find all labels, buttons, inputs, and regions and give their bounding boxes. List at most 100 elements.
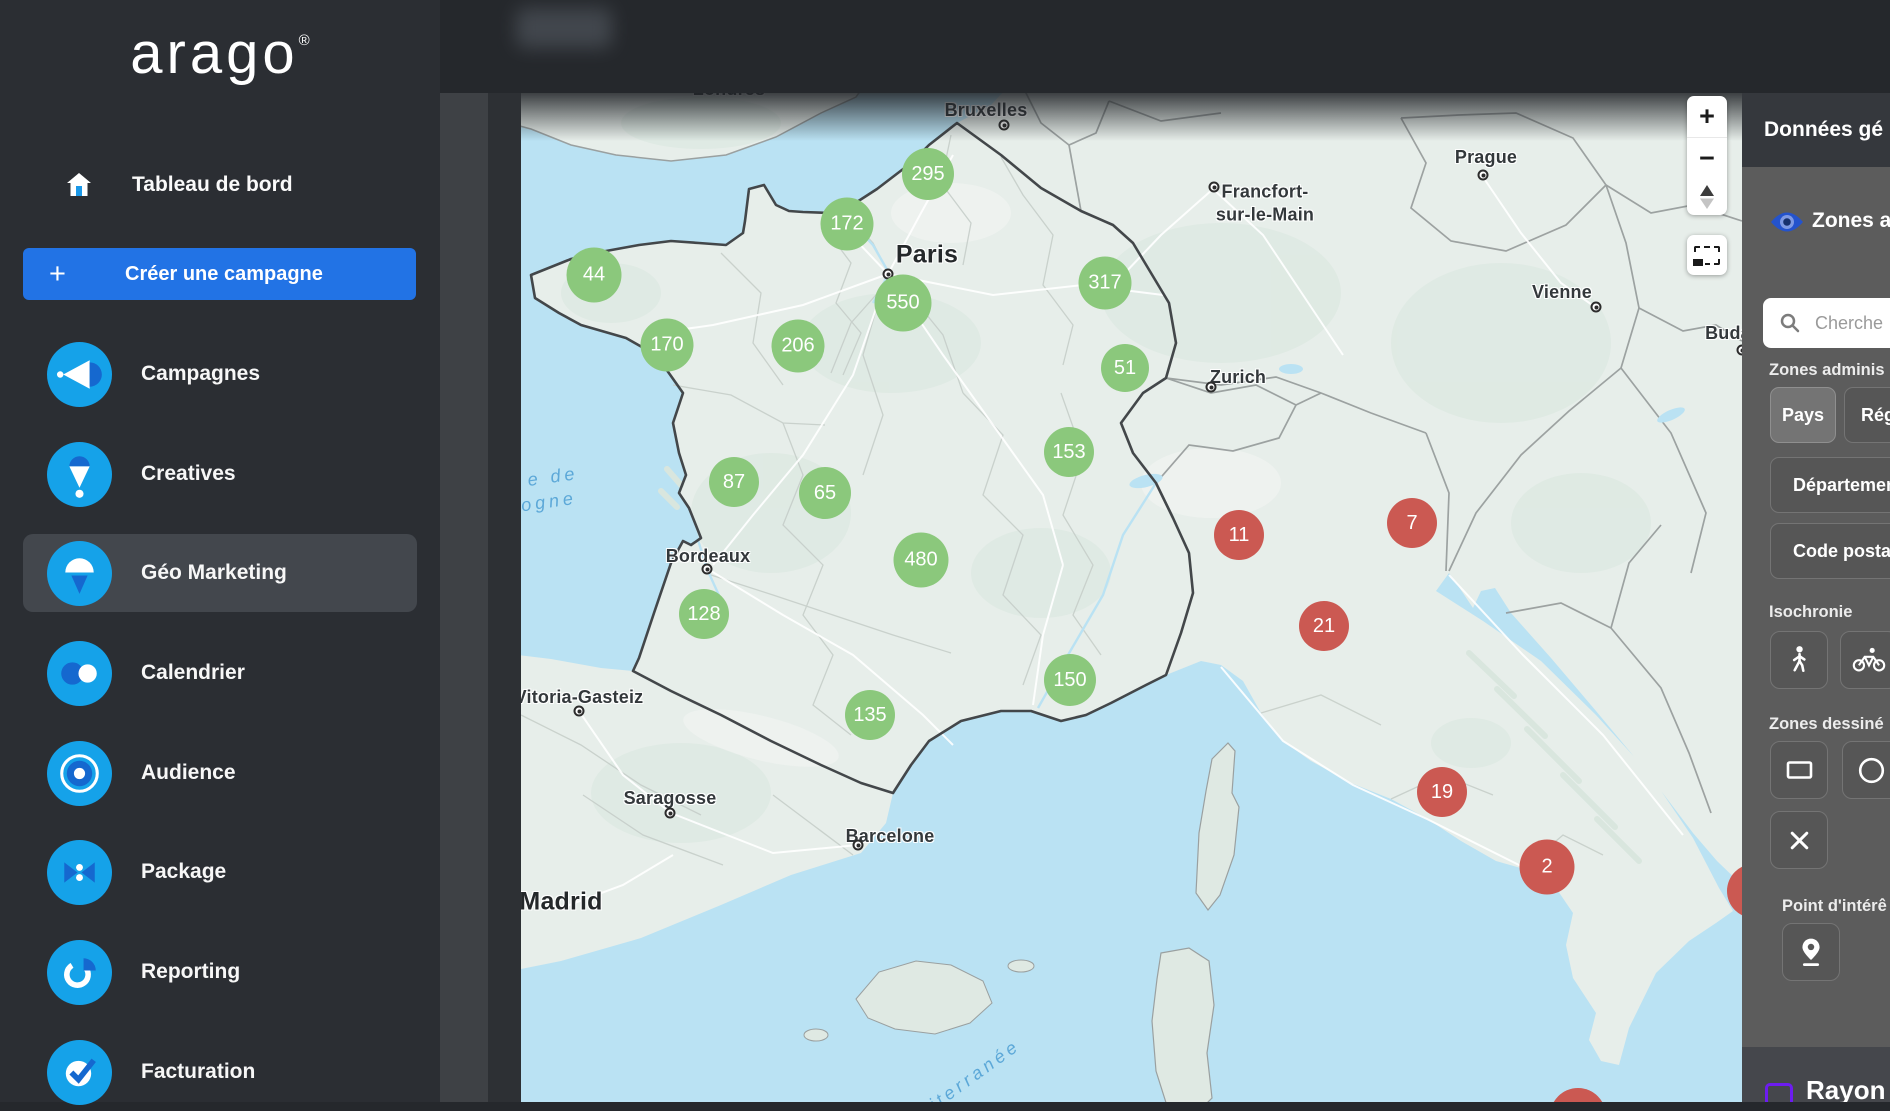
poi-label: Point d'intérê — [1782, 897, 1887, 915]
city-label: Prague — [1454, 146, 1518, 167]
sidebar-item-dashboard[interactable]: Tableau de bord — [0, 158, 440, 212]
city-dot — [1590, 301, 1602, 313]
map-cluster-150[interactable]: 150 — [1044, 654, 1096, 706]
map-cluster-295[interactable]: 295 — [902, 148, 954, 200]
map-cluster-135[interactable]: 135 — [845, 690, 895, 740]
collapsed-rail — [440, 93, 488, 1102]
map-zoom-control: + − — [1687, 96, 1727, 215]
check-circle-icon — [47, 1039, 112, 1105]
compass-icon — [1700, 185, 1714, 209]
pays-button[interactable]: Pays — [1770, 387, 1836, 443]
area-select-icon — [1691, 245, 1720, 268]
close-icon — [1790, 831, 1808, 849]
radius-row[interactable]: Rayon — [1742, 1047, 1890, 1102]
city-label: Vienne — [1532, 281, 1592, 302]
map-cluster-87[interactable]: 87 — [709, 457, 759, 507]
sidebar-item-campagnes[interactable]: Campagnes — [23, 335, 417, 413]
sidebar-item-geo-marketing[interactable]: Géo Marketing — [23, 534, 417, 612]
megaphone-icon — [47, 341, 112, 407]
city-dot — [852, 839, 864, 851]
sidebar-item-package[interactable]: Package — [23, 833, 417, 911]
map-cluster-51[interactable]: 51 — [1101, 344, 1149, 392]
radius-swatch — [1765, 1083, 1793, 1102]
city-label: Buda — [1705, 322, 1742, 343]
city-label: Londres — [693, 93, 765, 100]
city-label: Saragosse — [623, 787, 717, 808]
map-cluster-44[interactable]: 44 — [566, 247, 622, 303]
target-icon — [47, 740, 112, 806]
plus-icon: + — [49, 257, 66, 290]
sidebar-item-facturation[interactable]: Facturation — [23, 1033, 417, 1111]
map-cluster-206[interactable]: 206 — [771, 319, 825, 373]
bike-isochrone-button[interactable] — [1840, 631, 1890, 689]
draw-circle-button[interactable] — [1842, 741, 1890, 799]
city-label: Bruxelles — [944, 99, 1028, 120]
sidebar: arago® Tableau de bord + Créer une campa… — [0, 0, 440, 1105]
region-button[interactable]: Rég — [1844, 387, 1890, 443]
registered-mark: ® — [298, 32, 310, 49]
zoom-out-button[interactable]: − — [1687, 137, 1727, 179]
map-cluster-7[interactable]: 7 — [1387, 498, 1437, 548]
location-pin-icon — [1802, 938, 1820, 967]
map-cluster-65[interactable]: 65 — [799, 467, 851, 519]
map-cluster-550[interactable]: 550 — [874, 274, 932, 332]
departement-button[interactable]: Départemen — [1770, 457, 1890, 513]
radius-label: Rayon — [1806, 1075, 1886, 1102]
admin-zones-label: Zones adminis — [1769, 361, 1885, 379]
city-dot — [1477, 169, 1489, 181]
zones-visibility-toggle[interactable]: Zones a — [1742, 201, 1890, 245]
sidebar-item-audience[interactable]: Audience — [23, 734, 417, 812]
walk-icon — [1792, 646, 1806, 672]
city-dot — [664, 807, 676, 819]
bike-icon — [1852, 647, 1886, 672]
drawn-zones-label: Zones dessiné — [1769, 715, 1884, 733]
city-dot — [573, 705, 585, 717]
create-campaign-button[interactable]: + Créer une campagne — [23, 248, 416, 300]
city-label: Vitoria-Gasteiz — [521, 686, 644, 707]
city-dot — [1208, 181, 1220, 193]
city-label: Paris — [895, 240, 959, 269]
compass-control[interactable] — [1687, 179, 1727, 215]
eye-icon — [1771, 212, 1803, 232]
map-cluster-153[interactable]: 153 — [1044, 427, 1094, 477]
poi-button[interactable] — [1782, 923, 1840, 981]
top-bar — [440, 0, 1890, 93]
map-cluster-19[interactable]: 19 — [1417, 767, 1467, 817]
walk-isochrone-button[interactable] — [1770, 631, 1828, 689]
search-input[interactable] — [1813, 311, 1890, 335]
city-dot — [1205, 381, 1217, 393]
map-cluster-2[interactable]: 2 — [1519, 839, 1575, 895]
map-pin-icon — [47, 540, 112, 606]
rail-divider — [488, 93, 521, 1102]
app-logo: arago® — [0, 20, 440, 87]
map-cluster-21[interactable]: 21 — [1299, 601, 1349, 651]
map-cluster-11[interactable]: 11 — [1214, 510, 1264, 560]
blurred-title — [516, 8, 612, 48]
home-icon — [67, 173, 91, 196]
map-cluster-480[interactable]: 480 — [893, 532, 949, 588]
city-dot — [701, 563, 713, 575]
bowtie-icon — [47, 839, 112, 905]
zoom-in-button[interactable]: + — [1687, 96, 1727, 137]
rectangle-icon — [1786, 761, 1812, 779]
map-cluster-172[interactable]: 172 — [820, 197, 874, 251]
map-cluster-128[interactable]: 128 — [679, 589, 729, 639]
map-cluster-170[interactable]: 170 — [640, 318, 694, 372]
city-dot — [998, 119, 1010, 131]
map-cluster-317[interactable]: 317 — [1078, 256, 1132, 310]
sidebar-item-reporting[interactable]: Reporting — [23, 933, 417, 1011]
area-select-button[interactable] — [1687, 235, 1727, 275]
clear-drawn-zones-button[interactable] — [1770, 811, 1828, 869]
city-label: Zurich — [1209, 366, 1267, 387]
sidebar-item-creatives[interactable]: Creatives — [23, 435, 417, 513]
search-icon — [1780, 313, 1800, 333]
sidebar-item-calendrier[interactable]: Calendrier — [23, 634, 417, 712]
logo-text: arago — [130, 21, 299, 86]
map-canvas[interactable]: Londres Bruxelles Paris Francfort- sur-le-M… — [521, 93, 1742, 1102]
draw-rectangle-button[interactable] — [1770, 741, 1828, 799]
code-postal-button[interactable]: Code postau — [1770, 523, 1890, 579]
isochrone-label: Isochronie — [1769, 603, 1853, 621]
overlapping-circles-icon — [47, 640, 112, 706]
city-label: Madrid — [521, 887, 603, 916]
circle-icon — [1858, 757, 1884, 783]
